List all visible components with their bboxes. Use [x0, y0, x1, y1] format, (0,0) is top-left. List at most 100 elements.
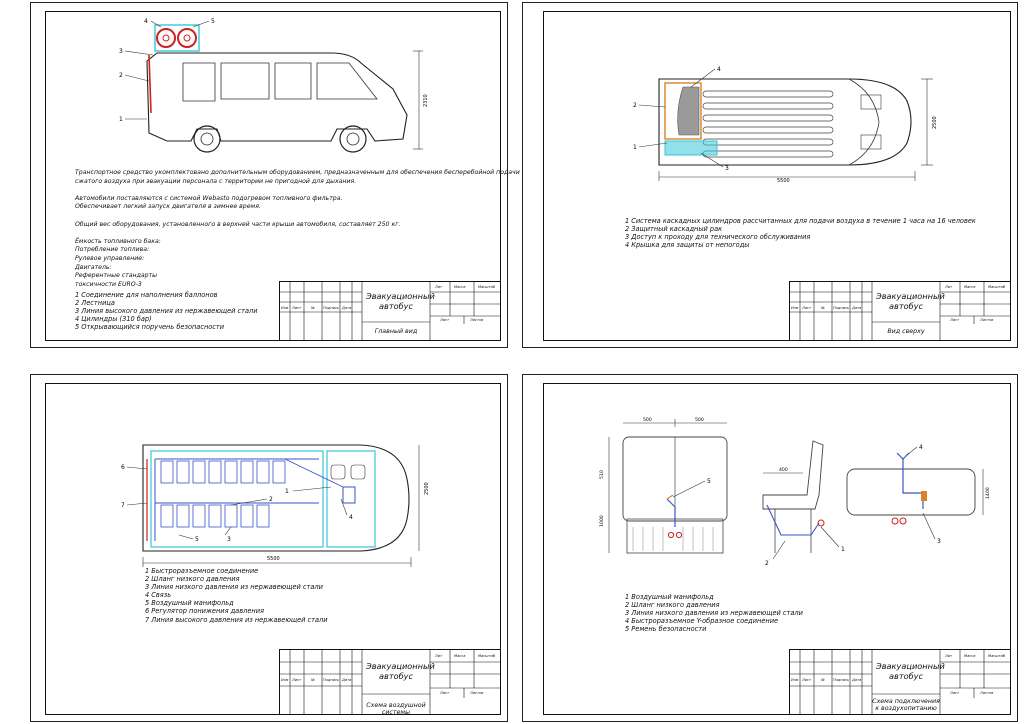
legend-item: 5 Воздушный манифольд — [145, 599, 234, 608]
legend-item: 2 Защитный каскадный рак — [625, 225, 723, 234]
seat-side — [762, 440, 824, 510]
legend-item: 5 Ремень безопасности — [625, 625, 707, 634]
legend-item: 1 Соединение для наполнения баллонов — [75, 291, 218, 299]
sheet-air-scheme: 5500 2500 1 2 3 4 5 6 7 1 Быстроразъемно… — [30, 374, 508, 722]
van-body — [146, 52, 408, 142]
tb-scale: Масштаб — [988, 285, 1006, 289]
dimension-seat-top: 1400 — [985, 487, 991, 499]
legend-item: 4 Цилиндры (310 бар) — [75, 315, 152, 324]
tb-header: Изм — [281, 306, 289, 310]
note-line: Транспортное средство укомплектовано доп… — [75, 169, 520, 176]
tb-header: Дата — [852, 306, 862, 310]
tb-lit: Лит — [435, 654, 443, 658]
note-line: Потребление топлива: — [75, 246, 150, 254]
tb-header: Подпись — [323, 306, 340, 310]
title-block: Изм Лист № Подпись Дата Лит Масса Масшта… — [789, 649, 1011, 715]
legend: 1 Быстроразъемное соединение 2 Шланг низ… — [145, 567, 328, 624]
sheet-air-connection: 400 500 500 510 1000 1400 1 2 3 4 5 1 Во… — [522, 374, 1018, 722]
legend-item: 6 Регулятор понижения давления — [145, 607, 264, 616]
legend-item: 1 Система каскадных цилиндров рассчитанн… — [625, 217, 976, 225]
callout-5: 5 — [211, 18, 215, 25]
sheet-title: Эвакуационный автобус — [366, 291, 435, 311]
sheet-name: Главный вид — [374, 328, 418, 335]
callout-1: 1 — [285, 488, 289, 495]
note-line — [75, 212, 520, 221]
legend-item: 3 Доступ к проходу для технического обсл… — [625, 233, 811, 242]
callout-1: 1 — [841, 546, 845, 553]
legend-item: 3 Линия низкого давления из нержавеющей … — [625, 609, 803, 618]
title-block: Изм Лист № Подпись Дата Лит Масса Масшта… — [279, 649, 501, 716]
legend-item: 2 Шланг низкого давления — [145, 575, 240, 584]
dimension-width: 2500 — [932, 116, 938, 129]
callout-4: 4 — [349, 514, 353, 521]
tb-header: Изм — [791, 306, 799, 310]
tb-lit: Лит — [945, 654, 953, 658]
tb-mass: Масса — [454, 654, 466, 658]
tb-header: № — [311, 678, 315, 682]
sheet-title: Эвакуационный автобус — [876, 291, 945, 311]
tb-list: Лист — [950, 318, 960, 322]
legend-item: 2 Шланг низкого давления — [625, 601, 720, 610]
callout-1: 1 — [633, 144, 637, 151]
weather-cover — [677, 86, 700, 136]
sheet-name: Вид сверху — [887, 328, 925, 335]
tb-header: № — [311, 306, 315, 310]
dimension-length: 5500 — [267, 556, 280, 562]
sheet-name: Схема подключения к воздухопитанию — [872, 698, 940, 712]
tb-mass: Масса — [964, 654, 976, 658]
sheet-title: Эвакуационный автобус — [876, 661, 945, 681]
tb-header: № — [821, 678, 825, 682]
tb-header: Лист — [802, 306, 812, 310]
callout-4: 4 — [717, 66, 721, 73]
tb-header: Дата — [342, 306, 352, 310]
tb-list: Лист — [950, 691, 960, 695]
tb-lists: Листов — [980, 691, 994, 695]
tb-lists: Листов — [470, 691, 484, 695]
callout-2: 2 — [633, 102, 637, 109]
tb-list: Лист — [440, 691, 450, 695]
cylinder-icon — [156, 28, 176, 48]
legend-item: 4 Связь — [145, 591, 172, 600]
callout-3: 3 — [937, 538, 941, 545]
tb-header: Изм — [791, 678, 799, 682]
tb-header: Лист — [292, 678, 302, 682]
dimension-height-total: 1000 — [599, 515, 605, 527]
callout-2: 2 — [765, 560, 769, 567]
callout-2: 2 — [269, 496, 273, 503]
dimension-width: 2500 — [424, 482, 430, 495]
ladder — [148, 54, 152, 114]
legend-item: 7 Линия высокого давления из нержавеющей… — [145, 615, 328, 624]
tb-scale: Масштаб — [478, 654, 496, 658]
tb-list: Лист — [440, 318, 450, 322]
callout-4: 4 — [144, 18, 148, 25]
notes-block: Транспортное средство укомплектовано доп… — [75, 169, 520, 289]
legend-item: 3 Линия высокого давления из нержавеющей… — [75, 307, 258, 316]
callout-3: 3 — [725, 165, 729, 172]
tb-lit: Лит — [945, 285, 953, 289]
callout-2: 2 — [119, 72, 123, 79]
sheet-title: Эвакуационный автобус — [366, 661, 435, 681]
dimension-width-right: 500 — [695, 417, 704, 423]
callout-7: 7 — [121, 502, 125, 509]
tb-header: Подпись — [833, 306, 850, 310]
legend-item: 1 Быстроразъемное соединение — [145, 567, 259, 575]
note-line — [75, 229, 520, 238]
note-line: Рулевое управление: — [75, 254, 145, 262]
callout-1: 1 — [119, 116, 123, 123]
tb-header: Дата — [852, 678, 862, 682]
dimension-label: 2310 — [423, 94, 429, 107]
tb-header: Дата — [342, 678, 352, 682]
legend: 1 Соединение для наполнения баллонов 2 Л… — [75, 291, 258, 331]
dimension-seat-depth: 400 — [779, 467, 788, 473]
tb-header: Лист — [802, 678, 812, 682]
note-line: Общий вес оборудования, установленного в… — [75, 220, 401, 228]
tb-scale: Масштаб — [988, 654, 1006, 658]
legend-item: 1 Воздушный манифольд — [625, 593, 714, 601]
cylinder-icon — [177, 28, 197, 48]
note-line: Референтные стандарты — [75, 272, 158, 280]
sheet-top-view: 5500 2500 1 2 3 4 1 Система каскадных ци… — [522, 2, 1018, 348]
dimension-height-top: 510 — [599, 470, 605, 479]
legend: 1 Система каскадных цилиндров рассчитанн… — [625, 217, 976, 249]
title-block: Изм Лист № Подпись Дата Лит Масса Масшта… — [279, 281, 501, 341]
note-line: Обеспечивает легкий запуск двигателя в з… — [75, 203, 261, 211]
